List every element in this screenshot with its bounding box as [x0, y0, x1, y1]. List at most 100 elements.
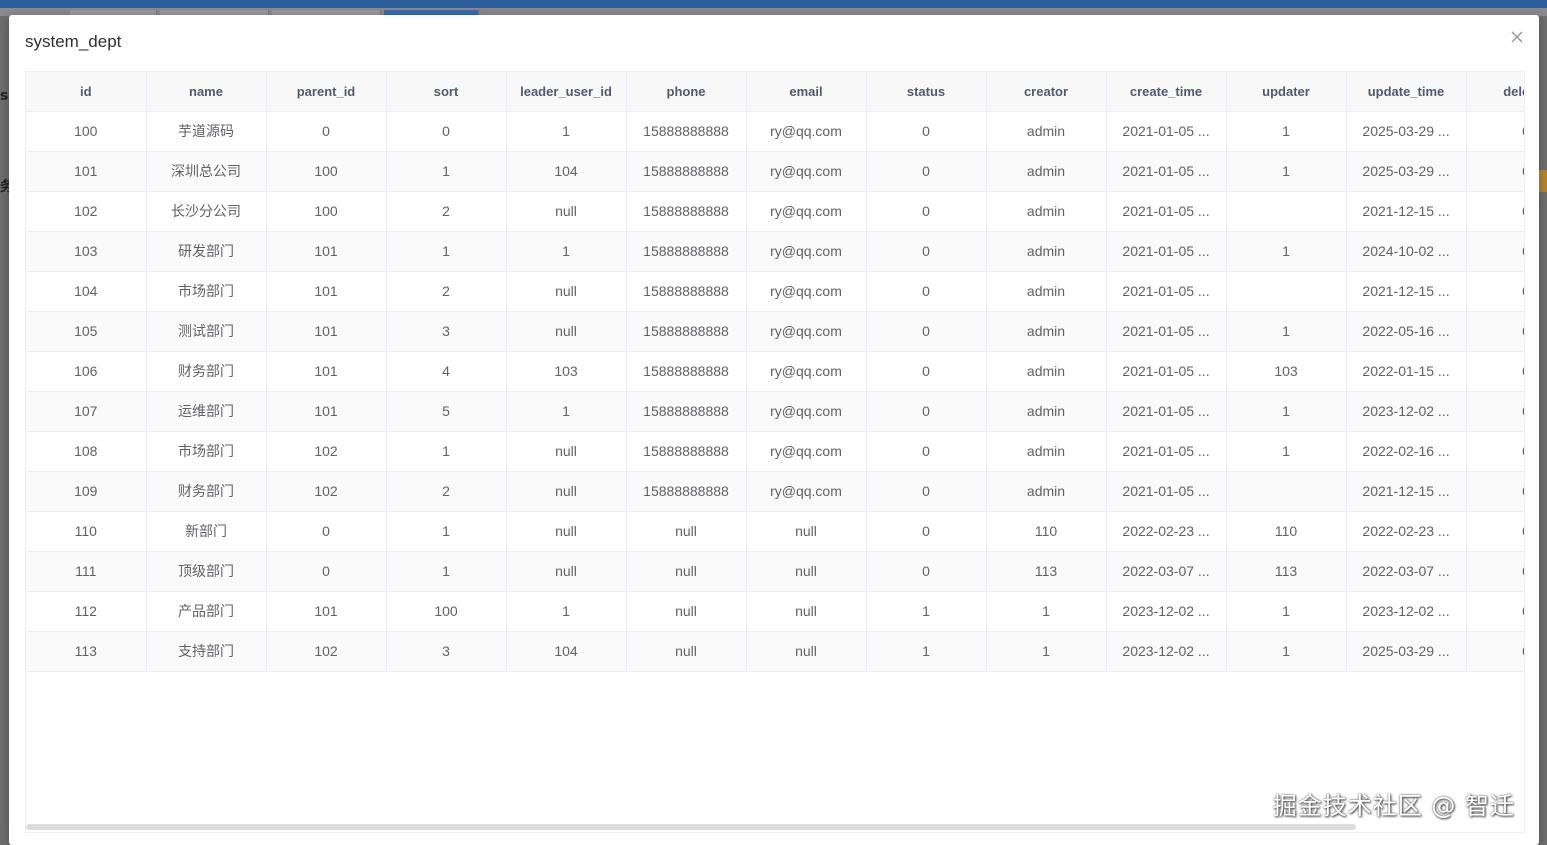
table-cell-deleted: 0	[1466, 111, 1524, 152]
table-cell-sort: 4	[386, 351, 507, 392]
table-row[interactable]: 111 顶级部门 0 1 null null null 0 113 2022-03-07 ... 1…	[26, 551, 1524, 592]
table-row[interactable]: 110 新部门 0 1 null null null 0 110 2022-02-23 ... 11…	[26, 511, 1524, 552]
table-cell-deleted: 0	[1466, 151, 1524, 192]
column-header-parent-id[interactable]: parent_id	[266, 72, 387, 112]
table-row[interactable]: 102 长沙分公司 100 2 null 15888888888 ry@qq.com 0 adm…	[26, 191, 1524, 232]
table-cell-update-time: 2023-12-02 ...	[1346, 391, 1467, 432]
table-cell-status: 0	[866, 471, 987, 512]
table-cell-phone: 15888888888	[626, 111, 747, 152]
table-cell-create-time: 2021-01-05 ...	[1106, 471, 1227, 512]
column-header-leader-user-id[interactable]: leader_user_id	[506, 72, 627, 112]
table-cell-updater: 1	[1226, 311, 1347, 352]
table-cell-creator: admin	[986, 271, 1107, 312]
column-header-updater[interactable]: updater	[1226, 72, 1347, 112]
table-cell-phone: 15888888888	[626, 271, 747, 312]
table-row[interactable]: 100 芋道源码 0 0 1 15888888888 ry@qq.com 0 admin 2021…	[26, 111, 1524, 152]
table-cell-creator: admin	[986, 351, 1107, 392]
table-cell-phone: 15888888888	[626, 351, 747, 392]
column-header-id[interactable]: id	[26, 72, 147, 112]
table-row[interactable]: 107 运维部门 101 5 1 15888888888 ry@qq.com 0 admin 20…	[26, 391, 1524, 432]
table-body: 100 芋道源码 0 0 1 15888888888 ry@qq.com 0 admin 2021…	[26, 111, 1524, 672]
table-cell-name: 芋道源码	[146, 111, 267, 152]
column-header-email[interactable]: email	[746, 72, 867, 112]
table-cell-deleted: 0	[1466, 391, 1524, 432]
table-cell-status: 0	[866, 191, 987, 232]
table-cell-id: 102	[26, 191, 147, 232]
column-header-creator[interactable]: creator	[986, 72, 1107, 112]
table-cell-updater: 1	[1226, 591, 1347, 632]
table-cell-updater: 110	[1226, 511, 1347, 552]
table-cell-leader-user-id: null	[506, 551, 627, 592]
table-cell-id: 104	[26, 271, 147, 312]
table-cell-status: 0	[866, 511, 987, 552]
table-row[interactable]: 101 深圳总公司 100 1 104 15888888888 ry@qq.com 0 admi…	[26, 151, 1524, 192]
table-cell-email: null	[746, 591, 867, 632]
table-cell-parent-id: 102	[266, 631, 387, 672]
table-cell-create-time: 2022-02-23 ...	[1106, 511, 1227, 552]
table-cell-name: 顶级部门	[146, 551, 267, 592]
table-row[interactable]: 113 支持部门 102 3 104 null null 1 1 2023-12-02 ... 1 2…	[26, 631, 1524, 672]
table-cell-updater	[1226, 191, 1347, 232]
table-cell-update-time: 2022-02-16 ...	[1346, 431, 1467, 472]
column-header-sort[interactable]: sort	[386, 72, 507, 112]
table-cell-leader-user-id: null	[506, 311, 627, 352]
table-cell-status: 1	[866, 631, 987, 672]
data-table-container[interactable]: id name parent_id sort leader_user_id phone em…	[25, 71, 1525, 833]
table-cell-update-time: 2022-03-07 ...	[1346, 551, 1467, 592]
table-row[interactable]: 108 市场部门 102 1 null 15888888888 ry@qq.com 0 admi…	[26, 431, 1524, 472]
table-cell-name: 研发部门	[146, 231, 267, 272]
table-cell-parent-id: 102	[266, 431, 387, 472]
table-cell-phone: 15888888888	[626, 391, 747, 432]
table-cell-updater: 1	[1226, 111, 1347, 152]
table-cell-id: 113	[26, 631, 147, 672]
column-header-deleted[interactable]: deleted	[1466, 72, 1524, 112]
table-cell-update-time: 2022-02-23 ...	[1346, 511, 1467, 552]
column-header-status[interactable]: status	[866, 72, 987, 112]
table-cell-name: 长沙分公司	[146, 191, 267, 232]
dialog-title: system_dept	[25, 32, 122, 51]
background-button	[1539, 170, 1547, 192]
column-header-update-time[interactable]: update_time	[1346, 72, 1467, 112]
table-cell-leader-user-id: 1	[506, 231, 627, 272]
table-row[interactable]: 112 产品部门 101 100 1 null null 1 1 2023-12-02 ... 1 2…	[26, 591, 1524, 632]
table-cell-leader-user-id: null	[506, 431, 627, 472]
column-header-phone[interactable]: phone	[626, 72, 747, 112]
table-cell-leader-user-id: 104	[506, 151, 627, 192]
table-cell-sort: 0	[386, 111, 507, 152]
table-row[interactable]: 109 财务部门 102 2 null 15888888888 ry@qq.com 0 admi…	[26, 471, 1524, 512]
table-row[interactable]: 103 研发部门 101 1 1 15888888888 ry@qq.com 0 admin 20…	[26, 231, 1524, 272]
table-cell-creator: admin	[986, 111, 1107, 152]
table-cell-phone: 15888888888	[626, 191, 747, 232]
horizontal-scrollbar[interactable]	[26, 824, 1356, 830]
table-cell-creator: admin	[986, 191, 1107, 232]
table-cell-email: null	[746, 551, 867, 592]
table-cell-email: ry@qq.com	[746, 431, 867, 472]
table-cell-creator: admin	[986, 471, 1107, 512]
table-cell-update-time: 2025-03-29 ...	[1346, 111, 1467, 152]
table-cell-phone: null	[626, 511, 747, 552]
table-cell-create-time: 2021-01-05 ...	[1106, 191, 1227, 232]
table-cell-parent-id: 0	[266, 551, 387, 592]
column-header-name[interactable]: name	[146, 72, 267, 112]
table-cell-email: null	[746, 631, 867, 672]
table-cell-updater	[1226, 471, 1347, 512]
table-cell-create-time: 2023-12-02 ...	[1106, 591, 1227, 632]
table-row[interactable]: 106 财务部门 101 4 103 15888888888 ry@qq.com 0 admin…	[26, 351, 1524, 392]
table-cell-id: 101	[26, 151, 147, 192]
table-row[interactable]: 104 市场部门 101 2 null 15888888888 ry@qq.com 0 admi…	[26, 271, 1524, 312]
table-cell-sort: 100	[386, 591, 507, 632]
table-cell-parent-id: 100	[266, 191, 387, 232]
table-cell-id: 100	[26, 111, 147, 152]
table-cell-updater: 1	[1226, 631, 1347, 672]
close-icon[interactable]	[1509, 29, 1525, 45]
table-cell-name: 财务部门	[146, 471, 267, 512]
table-cell-name: 新部门	[146, 511, 267, 552]
table-cell-status: 0	[866, 431, 987, 472]
table-cell-update-time: 2022-01-15 ...	[1346, 351, 1467, 392]
table-cell-status: 0	[866, 351, 987, 392]
table-cell-name: 产品部门	[146, 591, 267, 632]
watermark: 掘金技术社区 @ 智迁	[1272, 792, 1515, 820]
column-header-create-time[interactable]: create_time	[1106, 72, 1227, 112]
table-row[interactable]: 105 测试部门 101 3 null 15888888888 ry@qq.com 0 admi…	[26, 311, 1524, 352]
table-cell-leader-user-id: null	[506, 511, 627, 552]
